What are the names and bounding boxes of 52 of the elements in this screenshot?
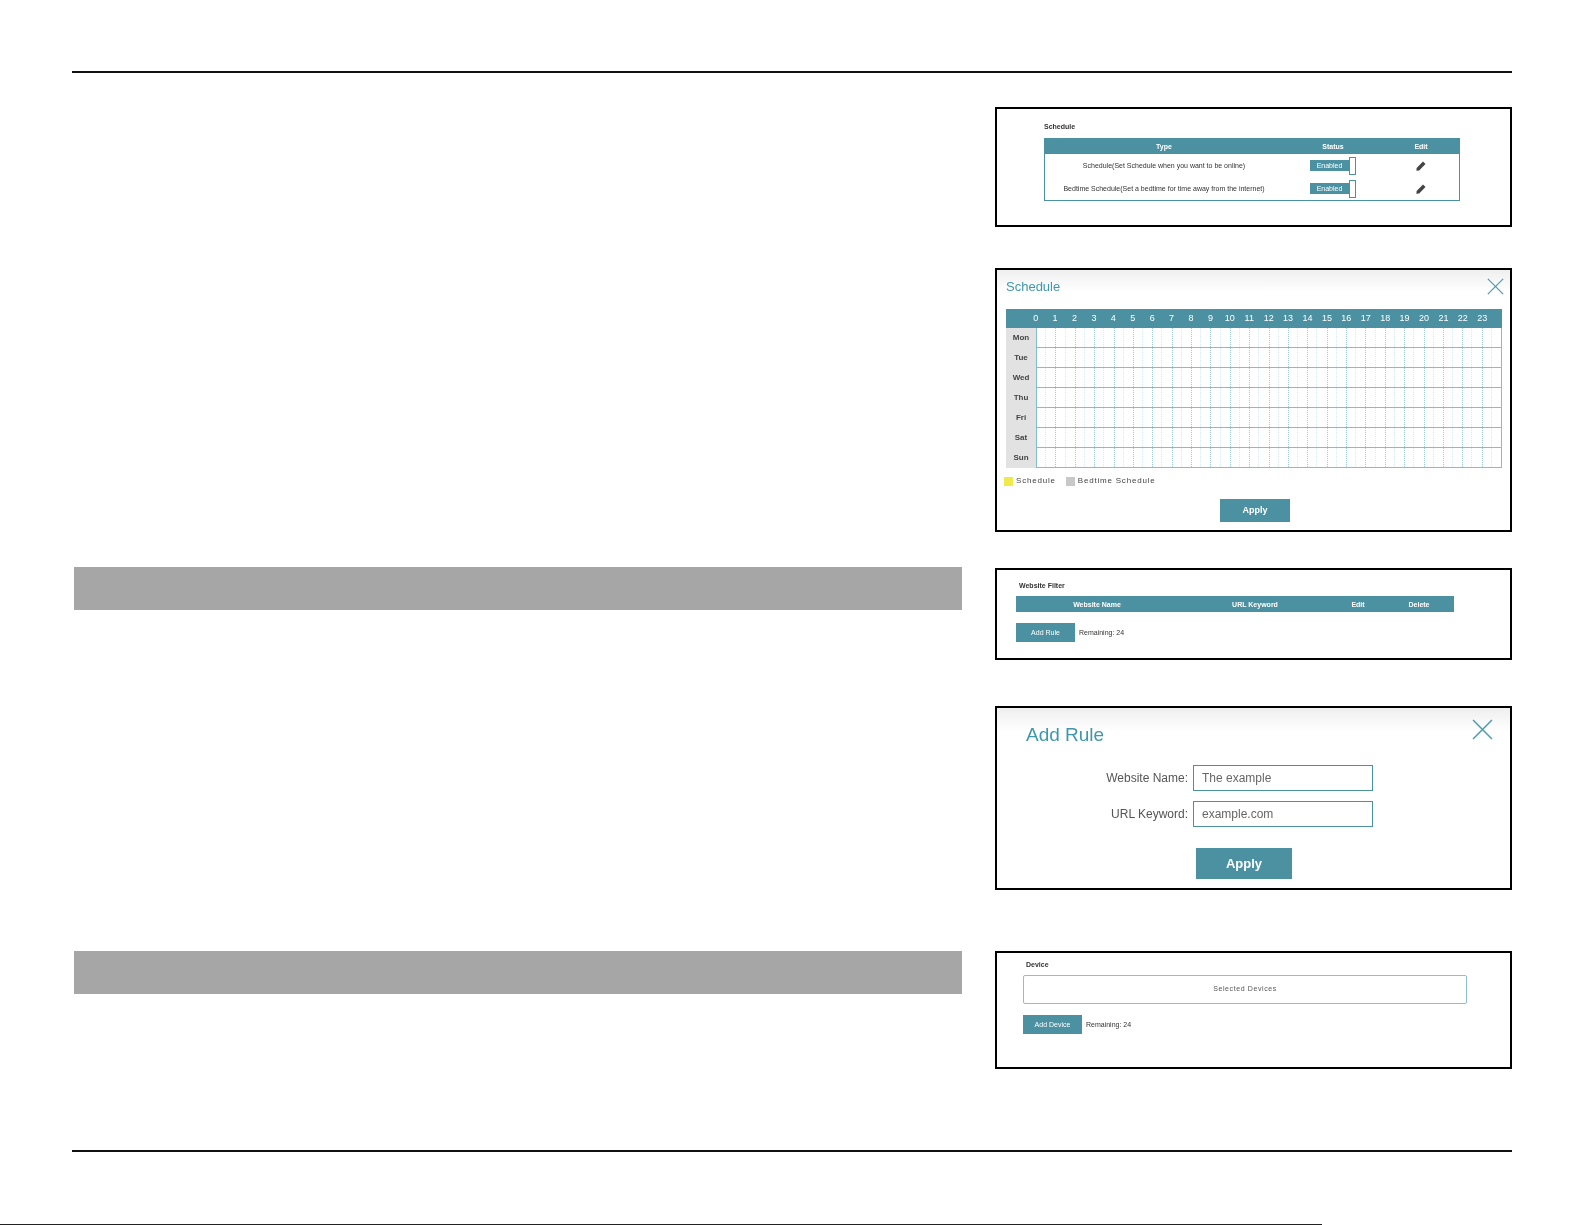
hour-label: 6 [1148,313,1156,324]
hour-label: 20 [1418,313,1431,324]
hour-label: 18 [1379,313,1392,324]
apply-button[interactable]: Apply [1220,499,1290,522]
hour-label: 4 [1109,313,1117,324]
legend-label: Schedule [1016,476,1056,486]
day-label: Mon [1006,328,1036,348]
hour-label: 10 [1223,313,1236,324]
hour-label: 23 [1476,313,1489,324]
hour-label: 5 [1129,313,1137,324]
hour-label: 12 [1262,313,1275,324]
time-grid-row[interactable] [1036,448,1502,468]
pencil-icon[interactable] [1416,160,1426,171]
hour-label: 14 [1301,313,1314,324]
hour-label: 1 [1051,313,1059,324]
hour-label: 3 [1090,313,1098,324]
text-input-field[interactable]: The example [1193,765,1373,791]
hour-label: 11 [1243,313,1255,324]
close-icon[interactable] [1487,278,1504,295]
hour-label: 19 [1398,313,1411,324]
time-grid-row[interactable] [1036,328,1502,348]
hour-label: 21 [1437,313,1450,324]
hour-label: 2 [1071,313,1079,324]
time-grid-row[interactable] [1036,428,1502,448]
time-grid-row[interactable] [1036,348,1502,368]
hour-label: 13 [1282,313,1295,324]
field-label: Website Name: [1106,771,1188,785]
hour-label: 16 [1340,313,1353,324]
hour-label: 7 [1168,313,1176,324]
time-grid-row[interactable] [1036,408,1502,428]
hour-label: 15 [1320,313,1333,324]
day-label: Sun [1006,448,1036,468]
hour-label: 17 [1359,313,1372,324]
day-label: Wed [1006,368,1036,388]
time-grid-row[interactable] [1036,368,1502,388]
text-input-field[interactable]: example.com [1193,801,1373,827]
close-icon[interactable] [1472,719,1493,740]
dialog-title: Add Rule [1026,724,1105,746]
apply-button[interactable]: Apply [1196,848,1292,879]
hour-label: 22 [1456,313,1469,324]
legend-label: Bedtime Schedule [1077,476,1156,486]
day-label: Fri [1006,408,1036,428]
day-label: Thu [1006,388,1036,408]
dialog-title: Schedule [1006,279,1061,295]
pencil-icon[interactable] [1416,183,1426,194]
day-label: Sat [1006,428,1036,448]
day-label: Tue [1006,348,1036,368]
hour-label: 8 [1187,313,1195,324]
hour-label: 0 [1032,313,1040,324]
hour-label: 9 [1206,313,1214,324]
time-grid-row[interactable] [1036,388,1502,408]
field-label: URL Keyword: [1111,807,1188,821]
